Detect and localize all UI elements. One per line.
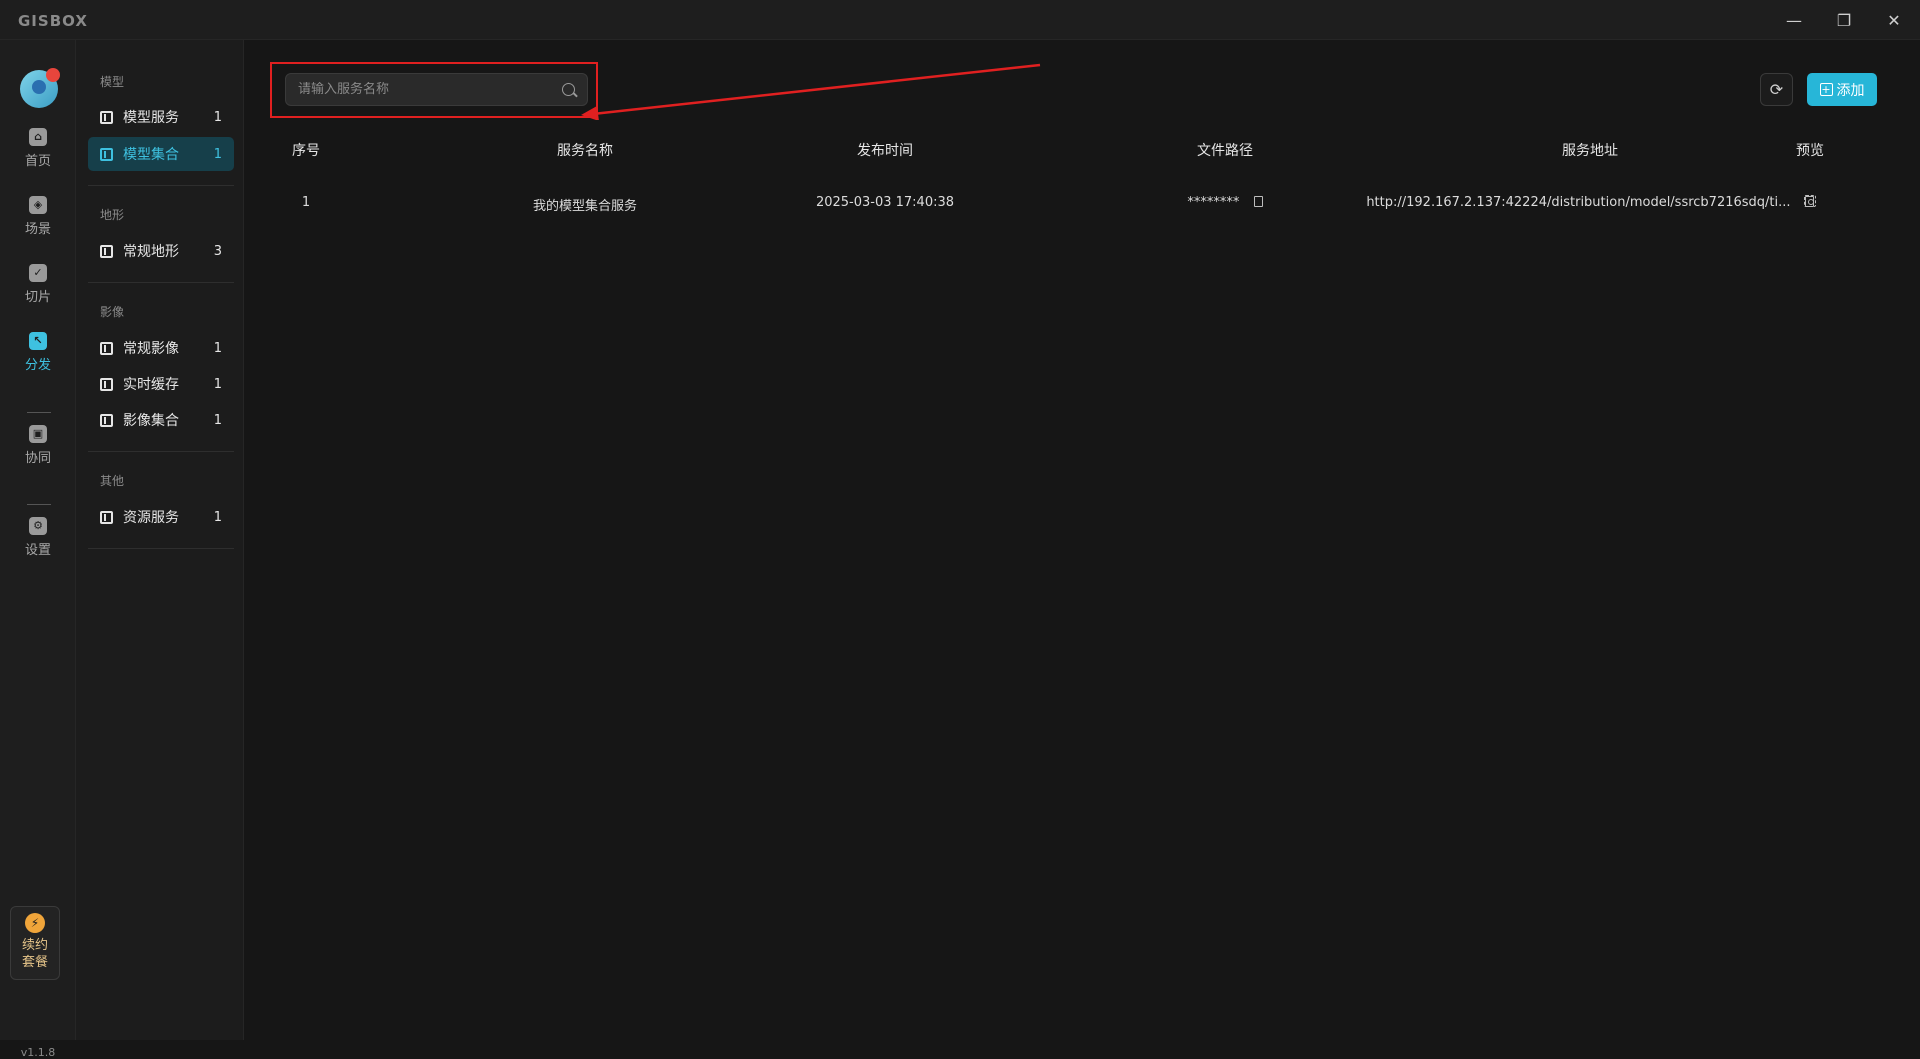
- model-icon: [100, 110, 113, 124]
- slice-icon: ✓: [29, 263, 47, 282]
- header-path: 文件路径: [1197, 143, 1253, 159]
- sidebar-item-count: 1: [213, 509, 222, 525]
- cache-icon: [100, 377, 113, 391]
- app-version: v1.1.8: [20, 1046, 56, 1059]
- sidebar-item-count: 1: [213, 340, 222, 356]
- cell-time: 2025-03-03 17:40:38: [815, 195, 955, 210]
- search-box[interactable]: [285, 73, 588, 106]
- sidebar-item-label: 模型服务: [123, 110, 179, 126]
- sidebar-item-label: 常规地形: [123, 244, 179, 260]
- home-icon: ⌂: [29, 127, 47, 146]
- scene-icon: ◈: [29, 195, 47, 214]
- add-button-label: 添加: [1836, 82, 1865, 99]
- rail-label: 设置: [24, 542, 51, 558]
- rail-item-collab[interactable]: ▣ 协同: [8, 417, 68, 473]
- sidebar-item-count: 3: [213, 243, 222, 259]
- add-button[interactable]: + 添加: [1807, 73, 1877, 106]
- rail-label: 场景: [24, 221, 51, 237]
- rail-item-home[interactable]: ⌂ 首页: [8, 120, 68, 176]
- sidebar-divider: [88, 548, 234, 549]
- distribute-icon: ↖: [29, 331, 47, 350]
- sidebar-item-label: 模型集合: [123, 147, 179, 163]
- header-seq: 序号: [292, 143, 320, 159]
- refresh-icon: ⟳: [1769, 80, 1784, 99]
- sidebar-item-label: 实时缓存: [123, 377, 179, 393]
- category-sidebar: 模型 模型服务 1 模型集合 1 地形 常规地形 3 影像 常规影像 1 实时缓…: [76, 40, 244, 1040]
- sidebar-item-count: 1: [213, 412, 222, 428]
- title-bar: GISBOX — ❐ ✕: [0, 0, 1920, 40]
- renew-plan-button[interactable]: ⚡ 续约 套餐: [10, 906, 60, 980]
- terrain-icon: [100, 244, 113, 258]
- sidebar-item-terrain[interactable]: 常规地形 3: [88, 234, 234, 268]
- imagery-collection-icon: [100, 413, 113, 427]
- main-content: ⟳ + 添加 序号 服务名称 发布时间 文件路径 服务地址 预览 1 我的模型集…: [245, 40, 1920, 1040]
- rail-label: 分发: [24, 357, 51, 373]
- sidebar-divider: [88, 451, 234, 452]
- close-button[interactable]: ✕: [1874, 6, 1914, 34]
- group-title-model: 模型: [100, 75, 125, 89]
- rail-divider: [27, 412, 51, 413]
- sidebar-item-resource-service[interactable]: 资源服务 1: [88, 500, 234, 534]
- header-time: 发布时间: [857, 143, 913, 159]
- rail-item-distribute[interactable]: ↖ 分发: [8, 324, 68, 380]
- rail-item-slice[interactable]: ✓ 切片: [8, 256, 68, 312]
- sidebar-item-imagery-collection[interactable]: 影像集合 1: [88, 403, 234, 437]
- bolt-icon: ⚡: [25, 913, 45, 933]
- group-title-terrain: 地形: [100, 208, 125, 222]
- sidebar-item-label: 资源服务: [123, 510, 179, 526]
- app-logo: GISBOX: [18, 12, 88, 30]
- cell-name: 我的模型集合服务: [532, 199, 637, 214]
- search-input[interactable]: [298, 82, 562, 97]
- rail-divider: [27, 504, 51, 505]
- refresh-button[interactable]: ⟳: [1760, 73, 1793, 106]
- group-title-other: 其他: [100, 474, 125, 488]
- file-path-masked: ********: [1187, 195, 1240, 210]
- rail-item-scene[interactable]: ◈ 场景: [8, 188, 68, 244]
- lock-icon: ▣: [29, 424, 47, 443]
- annotation-arrow-icon: [581, 63, 1041, 120]
- header-url: 服务地址: [1562, 143, 1618, 159]
- header-name: 服务名称: [557, 143, 613, 159]
- service-url: http://192.167.2.137:42224/distribution/…: [1366, 195, 1791, 210]
- table-row[interactable]: 1 我的模型集合服务 2025-03-03 17:40:38 ******** …: [245, 195, 1920, 219]
- sidebar-item-label: 常规影像: [123, 341, 179, 357]
- rail-label: 首页: [24, 153, 51, 169]
- header-preview: 预览: [1796, 143, 1824, 159]
- renew-line1: 续约: [21, 938, 48, 953]
- cell-preview: [1775, 195, 1845, 211]
- model-icon: [100, 147, 113, 161]
- rail-item-settings[interactable]: ⚙ 设置: [8, 509, 68, 565]
- restore-button[interactable]: ❐: [1824, 6, 1864, 34]
- cell-seq: 1: [301, 195, 311, 210]
- sidebar-divider: [88, 282, 234, 283]
- nav-rail: ⌂ 首页 ◈ 场景 ✓ 切片 ↖ 分发 ▣ 协同 ⚙ 设置 ⚡ 续约 套餐 v1…: [0, 40, 76, 1059]
- cell-path: ********: [1105, 195, 1345, 210]
- search-icon[interactable]: [562, 83, 575, 96]
- resource-icon: [100, 510, 113, 524]
- sidebar-item-label: 影像集合: [123, 413, 179, 429]
- sidebar-divider: [88, 185, 234, 186]
- sidebar-item-model-service[interactable]: 模型服务 1: [88, 100, 234, 134]
- sidebar-item-realtime-cache[interactable]: 实时缓存 1: [88, 367, 234, 401]
- sidebar-item-imagery[interactable]: 常规影像 1: [88, 331, 234, 365]
- add-icon: +: [1819, 83, 1833, 96]
- minimize-button[interactable]: —: [1774, 6, 1814, 34]
- group-title-imagery: 影像: [100, 305, 125, 319]
- cell-url: http://192.167.2.137:42224/distribution/…: [1355, 195, 1825, 210]
- gear-icon: ⚙: [29, 516, 47, 535]
- renew-line2: 套餐: [21, 955, 48, 970]
- sidebar-item-count: 1: [213, 376, 222, 392]
- imagery-icon: [100, 341, 113, 355]
- preview-icon[interactable]: [1804, 195, 1816, 207]
- copy-path-icon[interactable]: [1253, 196, 1263, 207]
- sidebar-item-model-collection[interactable]: 模型集合 1: [88, 137, 234, 171]
- sidebar-item-count: 1: [213, 146, 222, 162]
- sidebar-item-count: 1: [213, 109, 222, 125]
- notification-badge-icon: [46, 68, 60, 82]
- table-header: 序号 服务名称 发布时间 文件路径 服务地址 预览: [245, 140, 1920, 164]
- rail-label: 切片: [24, 289, 51, 305]
- rail-label: 协同: [24, 450, 51, 466]
